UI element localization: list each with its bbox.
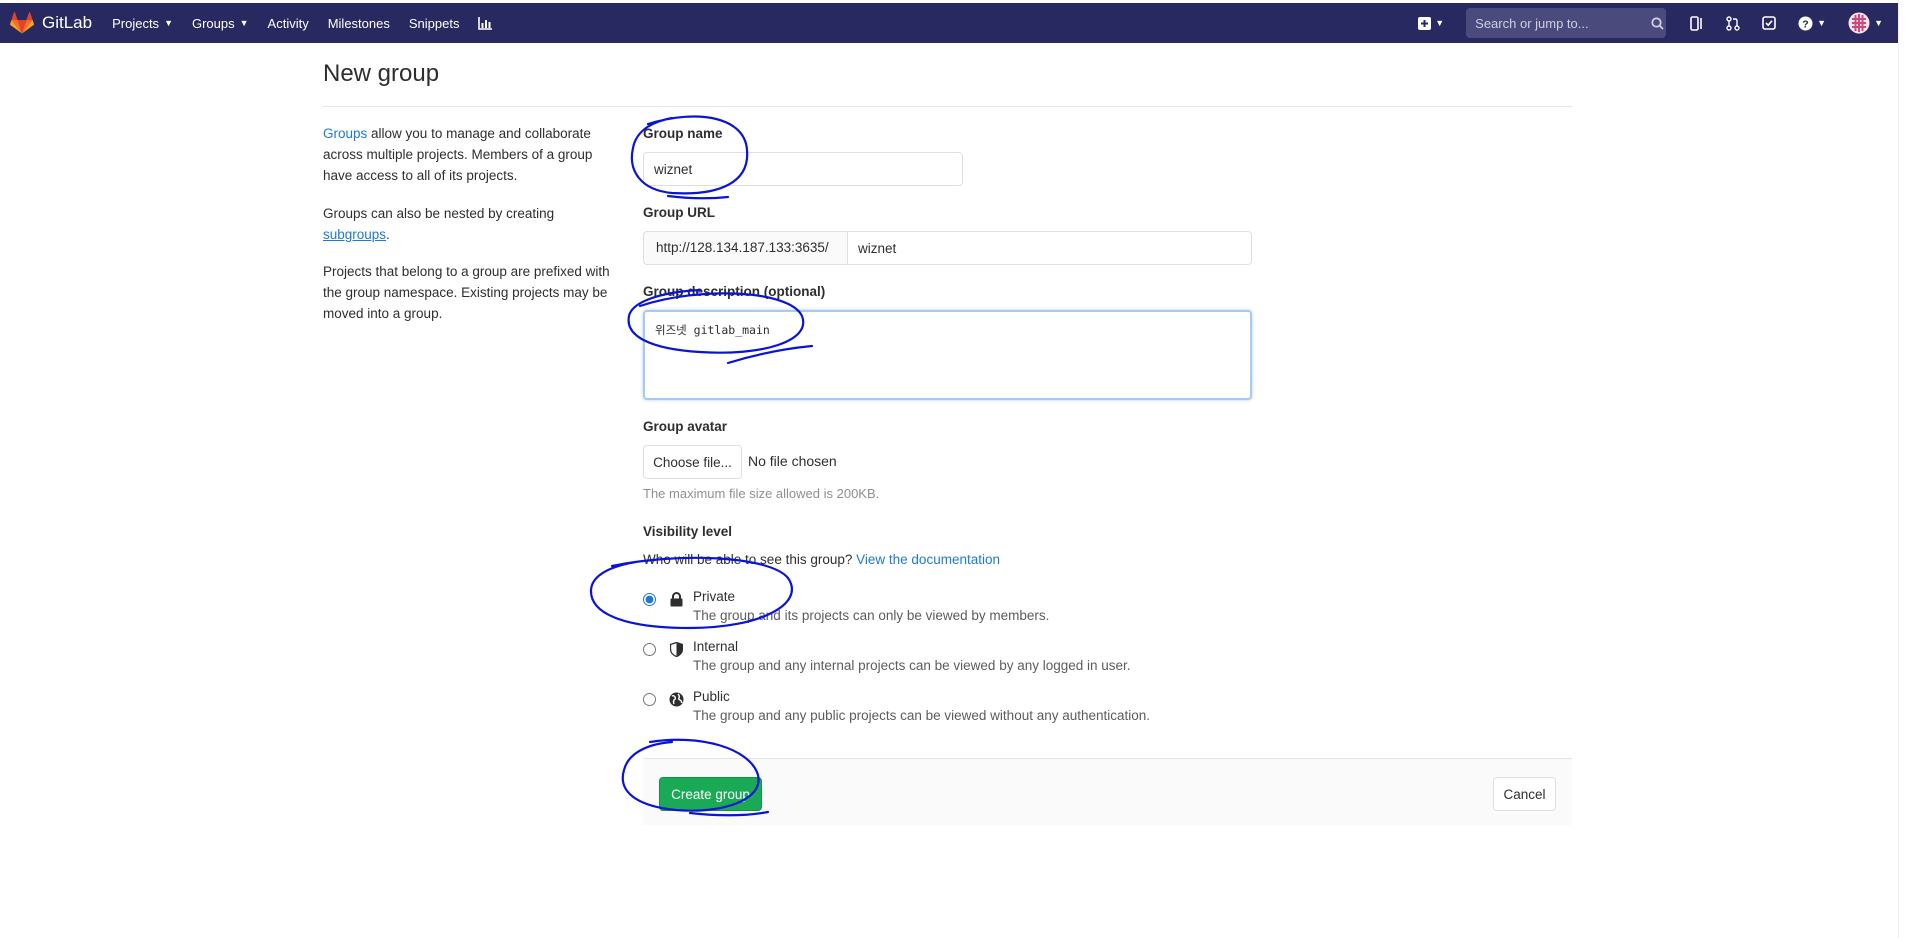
nav-activity-label: Activity bbox=[267, 15, 309, 31]
visibility-desc-public: The group and any public projects can be… bbox=[693, 708, 1151, 723]
visibility-title-internal: Internal bbox=[693, 639, 739, 654]
chevron-down-icon: ▼ bbox=[1874, 18, 1883, 28]
visibility-title-private: Private bbox=[693, 589, 736, 604]
svg-text:?: ? bbox=[1802, 18, 1808, 30]
new-item-plus-icon[interactable]: ▼ bbox=[1418, 16, 1445, 30]
nav-projects[interactable]: Projects ▼ bbox=[112, 16, 173, 31]
group-name-label: Group name bbox=[643, 126, 723, 141]
visibility-radio-internal[interactable] bbox=[643, 643, 656, 656]
sidebar-paragraph-subgroups: Groups can also be nested by creating su… bbox=[323, 203, 613, 245]
nav-snippets[interactable]: Snippets bbox=[409, 16, 460, 31]
form-actions: Create group Cancel bbox=[643, 758, 1572, 825]
visibility-desc-private: The group and its projects can only be v… bbox=[693, 608, 1050, 623]
group-url-prefix: http://128.134.187.133:3635/ bbox=[643, 231, 847, 265]
group-url-label: Group URL bbox=[643, 205, 715, 220]
search-box[interactable] bbox=[1466, 8, 1667, 38]
nav-snippets-label: Snippets bbox=[408, 15, 460, 31]
annotation-underline-group-name bbox=[666, 194, 730, 200]
gitlab-home-link[interactable]: GitLab bbox=[10, 12, 92, 34]
gitlab-logo-icon bbox=[10, 12, 34, 34]
title-divider bbox=[323, 106, 1572, 107]
nav-activity[interactable]: Activity bbox=[268, 16, 309, 31]
nav-groups-label: Groups bbox=[191, 15, 235, 31]
view-documentation-link[interactable]: View the documentation bbox=[856, 552, 1000, 567]
sidebar-paragraph-subgroups-end: . bbox=[386, 227, 390, 242]
nav-milestones[interactable]: Milestones bbox=[328, 16, 390, 31]
todos-icon[interactable] bbox=[1762, 16, 1776, 30]
group-name-input[interactable] bbox=[643, 152, 963, 186]
cancel-button[interactable]: Cancel bbox=[1493, 777, 1556, 811]
globe-icon bbox=[668, 691, 684, 707]
subgroups-link[interactable]: subgroups bbox=[323, 227, 386, 242]
sidebar-paragraph-subgroups-text: Groups can also be nested by creating bbox=[323, 206, 555, 221]
visibility-desc-internal: The group and any internal projects can … bbox=[693, 658, 1131, 673]
visibility-option-internal: Internal The group and any internal proj… bbox=[643, 639, 1131, 673]
nav-projects-label: Projects bbox=[112, 15, 160, 31]
chevron-down-icon: ▼ bbox=[164, 18, 173, 28]
chevron-down-icon: ▼ bbox=[239, 18, 249, 28]
chevron-down-icon: ▼ bbox=[1817, 18, 1827, 28]
group-avatar-label: Group avatar bbox=[643, 419, 728, 434]
create-group-button[interactable]: Create group bbox=[659, 777, 762, 811]
visibility-radio-public[interactable] bbox=[643, 693, 656, 706]
avatar-size-help: The maximum file size allowed is 200KB. bbox=[643, 486, 880, 501]
choose-file-button[interactable]: Choose file... bbox=[643, 445, 742, 479]
merge-requests-icon[interactable] bbox=[1726, 15, 1740, 31]
file-status-text: No file chosen bbox=[748, 453, 837, 469]
nav-groups[interactable]: Groups ▼ bbox=[192, 16, 249, 31]
visibility-title-public: Public bbox=[693, 689, 730, 704]
sidebar-paragraph-groups: Groups allow you to manage and collabora… bbox=[323, 123, 613, 186]
user-avatar-menu[interactable]: ▼ bbox=[1848, 12, 1883, 34]
top-navbar: GitLab Projects ▼ Groups ▼ Activity Milest… bbox=[0, 3, 1898, 43]
visibility-option-private: Private The group and its projects can o… bbox=[643, 589, 1049, 623]
search-input[interactable] bbox=[1475, 15, 1652, 31]
chevron-down-icon: ▼ bbox=[1435, 18, 1445, 28]
sidebar-paragraph-namespace: Projects that belong to a group are pref… bbox=[323, 264, 610, 321]
group-description-textarea[interactable]: 위즈넷 gitlab_main bbox=[643, 310, 1252, 400]
group-url-path-input[interactable] bbox=[847, 231, 1252, 265]
visibility-radio-private[interactable] bbox=[643, 593, 656, 606]
chart-bar-icon[interactable] bbox=[478, 16, 493, 30]
group-description-label: Group description (optional) bbox=[643, 284, 826, 299]
nav-milestones-label: Milestones bbox=[327, 15, 390, 31]
lock-icon bbox=[668, 591, 684, 607]
scrollbar[interactable] bbox=[1898, 0, 1911, 938]
avatar-icon bbox=[1848, 12, 1870, 34]
visibility-option-public: Public The group and any public projects… bbox=[643, 689, 1150, 723]
visibility-level-label: Visibility level bbox=[643, 524, 733, 539]
help-icon[interactable]: ? ▼ bbox=[1798, 16, 1826, 31]
visibility-question-text: Who will be able to see this group? bbox=[643, 552, 853, 567]
brand-name: GitLab bbox=[42, 13, 93, 32]
search-icon bbox=[1651, 16, 1664, 30]
shield-icon bbox=[668, 641, 684, 657]
groups-help-link[interactable]: Groups bbox=[323, 126, 367, 141]
page-title: New group bbox=[323, 60, 440, 87]
visibility-question: Who will be able to see this group? View… bbox=[643, 552, 1000, 567]
issues-icon[interactable] bbox=[1690, 15, 1704, 31]
